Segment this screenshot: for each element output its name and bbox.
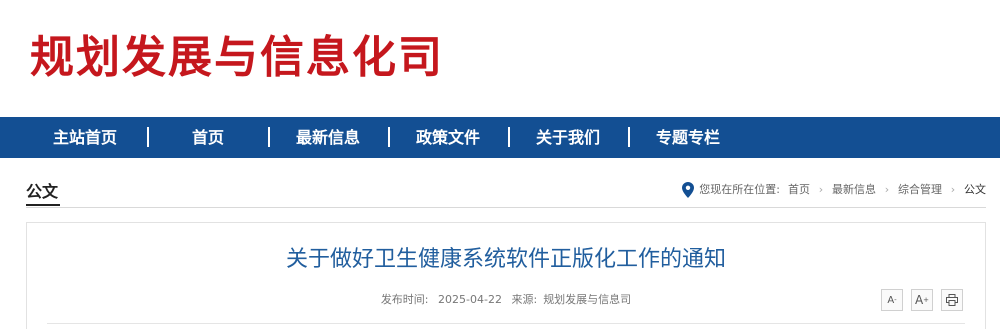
article-container: 关于做好卫生健康系统软件正版化工作的通知 发布时间: 2025-04-22 来源… xyxy=(26,222,986,329)
nav-item-home[interactable]: 首页 xyxy=(163,117,253,158)
location-pin-icon xyxy=(682,182,695,198)
article-source: 规划发展与信息司 xyxy=(543,293,632,306)
breadcrumb-bar: 公文 您现在所在位置: 首页 › 最新信息 › 综合管理 › 公文 xyxy=(26,168,986,208)
breadcrumb-separator: › xyxy=(950,183,956,196)
print-button[interactable] xyxy=(941,289,963,311)
font-decrease-button[interactable]: A- xyxy=(881,289,903,311)
site-title: 规划发展与信息化司 xyxy=(30,32,444,83)
main-nav: 主站首页 首页 最新信息 政策文件 关于我们 专题专栏 xyxy=(0,117,1000,158)
nav-item-latest-info[interactable]: 最新信息 xyxy=(283,117,373,158)
nav-separator xyxy=(268,127,270,147)
article-meta: 发布时间: 2025-04-22 来源: 规划发展与信息司 xyxy=(27,291,985,307)
nav-separator xyxy=(508,127,510,147)
font-increase-button[interactable]: A + xyxy=(911,289,933,311)
breadcrumb-link-general-management[interactable]: 综合管理 xyxy=(898,180,942,200)
publish-date: 2025-04-22 xyxy=(438,293,502,306)
plus-icon: + xyxy=(923,296,930,304)
meta-divider xyxy=(47,323,965,324)
breadcrumb-separator: › xyxy=(884,183,890,196)
breadcrumb-link-home[interactable]: 首页 xyxy=(788,180,810,200)
article-title: 关于做好卫生健康系统软件正版化工作的通知 xyxy=(285,247,726,272)
nav-item-main-home[interactable]: 主站首页 xyxy=(40,117,130,158)
breadcrumb-separator: › xyxy=(818,183,824,196)
nav-separator xyxy=(147,127,149,147)
section-title: 公文 xyxy=(26,180,61,206)
breadcrumb-current: 公文 xyxy=(964,183,986,196)
article-tools: A- A + xyxy=(881,289,963,311)
breadcrumb: 您现在所在位置: 首页 › 最新信息 › 综合管理 › 公文 xyxy=(682,180,986,200)
nav-item-policy-documents[interactable]: 政策文件 xyxy=(403,117,493,158)
nav-item-about-us[interactable]: 关于我们 xyxy=(523,117,613,158)
font-small-label: A xyxy=(887,294,895,306)
breadcrumb-link-latest-info[interactable]: 最新信息 xyxy=(832,180,876,200)
minus-icon: - xyxy=(894,296,897,304)
nav-separator xyxy=(628,127,630,147)
nav-separator xyxy=(388,127,390,147)
font-large-label: A xyxy=(914,293,924,307)
source-label: 来源: xyxy=(511,293,538,306)
page-header: 规划发展与信息化司 xyxy=(0,0,1000,117)
nav-item-special-topics[interactable]: 专题专栏 xyxy=(643,117,733,158)
breadcrumb-prefix: 您现在所在位置: xyxy=(699,183,780,196)
print-icon xyxy=(946,294,958,306)
publish-date-label: 发布时间: xyxy=(380,293,429,306)
